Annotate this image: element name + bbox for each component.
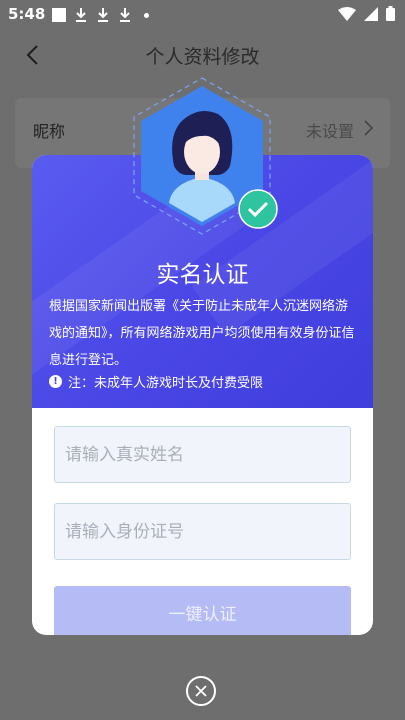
system-icons xyxy=(338,6,395,21)
download-icon xyxy=(120,8,130,22)
nickname-value: 未设置 xyxy=(305,122,354,141)
download-icon xyxy=(98,8,108,22)
close-dialog-button[interactable] xyxy=(186,676,216,706)
close-icon xyxy=(195,685,207,697)
info-icon: ! xyxy=(49,375,62,388)
chevron-right-icon xyxy=(364,120,374,136)
page-title: 个人资料修改 xyxy=(145,46,260,68)
status-bar: 5:48 xyxy=(0,0,405,30)
dialog-title: 实名认证 xyxy=(156,262,249,288)
notice-text: 注：未成年人游戏时长及付费受限 xyxy=(68,376,264,391)
minor-notice: ! 注：未成年人游戏时长及付费受限 xyxy=(49,372,263,391)
notification-square-icon xyxy=(52,8,66,22)
nickname-label: 昵称 xyxy=(33,122,66,141)
wifi-icon xyxy=(338,6,356,21)
avatar-badge xyxy=(122,76,282,251)
real-name-input[interactable] xyxy=(54,426,351,483)
dialog-description: 根据国家新闻出版署《关于防止未成年人沉迷网络游戏的通知》，所有网络游戏用户均须使… xyxy=(49,299,355,368)
title-bar: 个人资料修改 xyxy=(0,30,405,82)
one-click-verify-button[interactable]: 一键认证 xyxy=(54,586,351,635)
id-number-input[interactable] xyxy=(54,503,351,560)
notification-icons xyxy=(52,7,149,23)
verified-check-icon xyxy=(238,189,278,229)
download-icon xyxy=(76,8,86,22)
battery-icon xyxy=(386,6,395,21)
signal-icon xyxy=(364,6,378,21)
more-notifications-dot-icon xyxy=(144,12,149,18)
status-time: 5:48 xyxy=(8,5,46,23)
